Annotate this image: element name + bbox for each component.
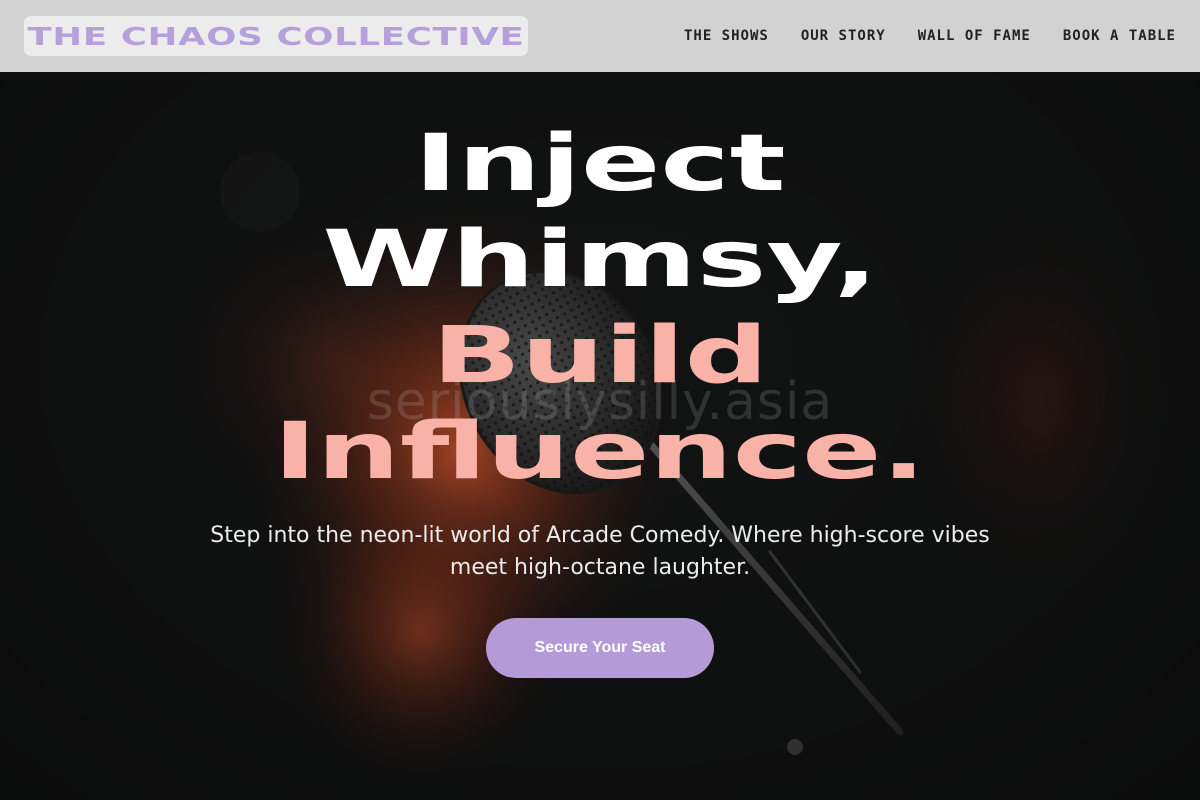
main-nav: THE SHOWS OUR STORY WALL OF FAME BOOK A … (684, 0, 1176, 72)
secure-seat-button[interactable]: Secure Your Seat (486, 618, 714, 678)
nav-link-wall-of-fame[interactable]: WALL OF FAME (918, 28, 1031, 44)
headline-line-1: Inject (414, 119, 786, 209)
headline-line-2: Whimsy, (322, 215, 878, 305)
headline-line-4: Influence. (273, 407, 927, 497)
nav-link-the-shows[interactable]: THE SHOWS (684, 28, 769, 44)
logo-text: THE CHAOS COLLECTIVE (27, 21, 525, 51)
landing-page: THE CHAOS COLLECTIVE THE SHOWS OUR STORY… (0, 0, 1200, 800)
site-header: THE CHAOS COLLECTIVE THE SHOWS OUR STORY… (0, 0, 1200, 72)
headline-line-3: Build (431, 311, 769, 401)
nav-link-book-a-table[interactable]: BOOK A TABLE (1063, 28, 1176, 44)
logo-link[interactable]: THE CHAOS COLLECTIVE (24, 16, 528, 56)
hero-subtitle: Step into the neon-lit world of Arcade C… (210, 523, 990, 580)
hero-section: seriouslysilly.asia Inject Whimsy, Build… (0, 72, 1200, 800)
hero-headline: Inject Whimsy, Build Influence. (0, 116, 1200, 500)
nav-link-our-story[interactable]: OUR STORY (801, 28, 886, 44)
